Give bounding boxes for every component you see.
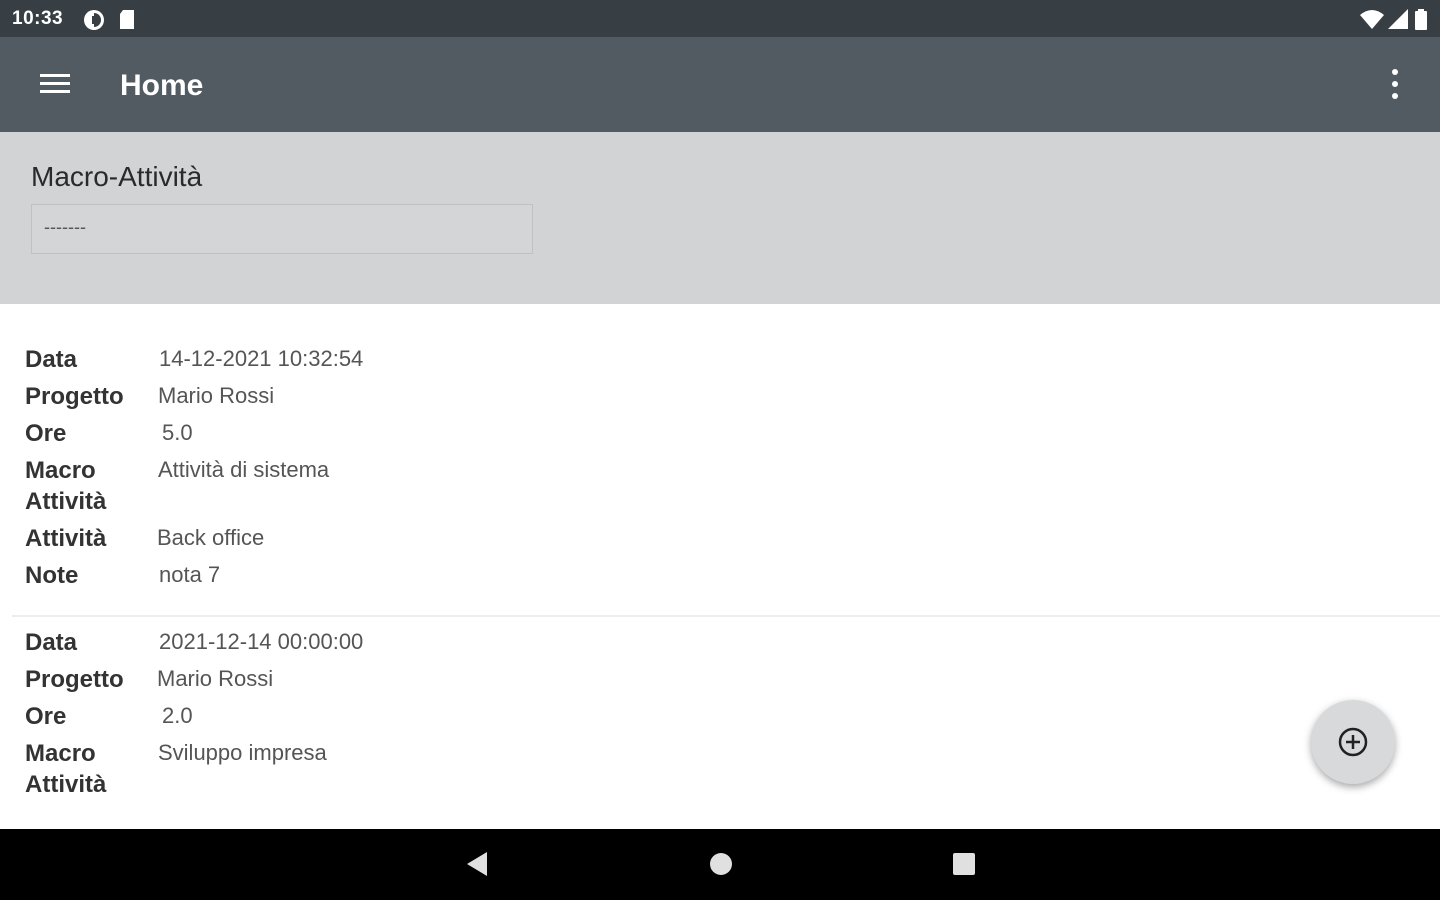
field-label: Macro Attività <box>25 740 107 798</box>
divider <box>12 615 1440 617</box>
field-label: Progetto <box>25 666 124 693</box>
back-icon[interactable] <box>465 851 489 882</box>
wifi-icon <box>1360 9 1384 34</box>
field-label: Progetto <box>25 383 124 410</box>
field-value: Back office <box>157 525 265 550</box>
filter-label: Macro-Attività <box>31 161 203 192</box>
field-value: 5.0 <box>162 420 193 445</box>
cell-signal-icon <box>1388 9 1408 34</box>
more-vert-icon[interactable] <box>1380 67 1410 101</box>
field-value: nota 7 <box>159 562 221 587</box>
field-label: Data <box>25 629 78 656</box>
home-icon[interactable] <box>708 851 734 882</box>
field-value: 14-12-2021 10:32:54 <box>159 346 364 371</box>
record-item[interactable]: Data 2021-12-14 00:00:00 Progetto Mario … <box>0 627 1440 827</box>
filter-panel: Macro-Attività ------- <box>0 132 1440 304</box>
data-saver-icon <box>83 9 105 36</box>
field-value: 2.0 <box>162 703 193 728</box>
field-value: Attività di sistema <box>158 457 330 482</box>
record-item[interactable]: Data 14-12-2021 10:32:54 Progetto Mario … <box>0 344 1440 614</box>
field-value: Sviluppo impresa <box>158 740 327 765</box>
app-bar: Home <box>0 37 1440 132</box>
sd-card-icon <box>118 9 136 35</box>
field-value: 2021-12-14 00:00:00 <box>159 629 364 654</box>
field-label: Ore <box>25 703 67 730</box>
select-value: ------- <box>44 217 86 237</box>
field-label: Attività <box>25 525 107 552</box>
macro-attivita-select[interactable]: ------- <box>31 204 533 254</box>
page-title: Home <box>120 69 204 102</box>
status-bar: 10:33 <box>0 0 1440 37</box>
field-label: Note <box>25 562 79 589</box>
recents-icon[interactable] <box>952 851 976 882</box>
battery-icon <box>1414 9 1428 35</box>
records-list: Data 14-12-2021 10:32:54 Progetto Mario … <box>0 304 1440 829</box>
field-label: Macro Attività <box>25 457 107 515</box>
system-nav-bar <box>0 829 1440 900</box>
field-label: Ore <box>25 420 67 447</box>
field-value: Mario Rossi <box>157 666 274 691</box>
status-time: 10:33 <box>12 8 64 29</box>
add-button[interactable] <box>1311 700 1395 784</box>
field-value: Mario Rossi <box>158 383 275 408</box>
hamburger-menu-icon[interactable] <box>38 71 72 97</box>
field-label: Data <box>25 346 78 373</box>
